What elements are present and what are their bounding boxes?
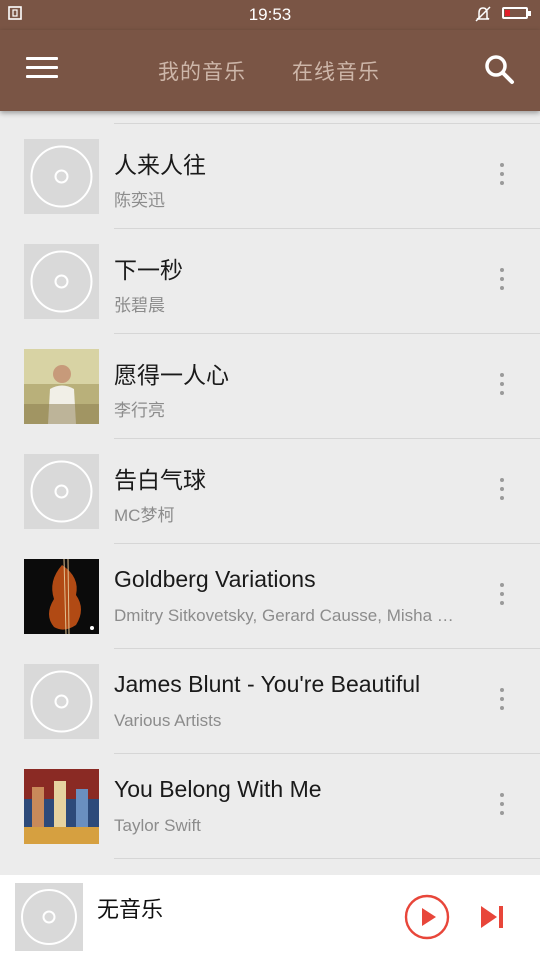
now-playing-title: 无音乐 <box>97 898 164 923</box>
status-time: 19:53 <box>248 5 292 24</box>
album-art <box>24 244 99 319</box>
menu-button[interactable] <box>26 57 58 81</box>
album-art <box>24 664 99 739</box>
song-row[interactable]: Goldberg Variations Dmitry Sitkovetsky, G… <box>0 544 540 649</box>
notifications-off-icon <box>475 6 491 22</box>
song-row[interactable]: 告白气球 MC梦柯 <box>0 439 540 544</box>
song-artist: Various Artists <box>114 711 222 730</box>
album-art <box>24 769 99 844</box>
song-list[interactable]: 萌萌哒天团人来人往陈奕迅下一秒张碧晨愿得一人心李行亮告白气球 MC梦柯 Goldbe… <box>0 111 540 875</box>
app-header: 我的音乐 在线音乐 <box>0 30 540 111</box>
song-row[interactable]: 愿得一人心 李行亮 <box>0 334 540 439</box>
album-art <box>24 454 99 529</box>
album-art <box>24 559 99 634</box>
song-row[interactable]: James Blunt - You're Beautiful Various Ar… <box>0 649 540 754</box>
more-options-icon[interactable] <box>488 473 516 511</box>
song-row[interactable]: You Belong With Me Taylor Swift <box>0 754 540 859</box>
more-options-icon[interactable] <box>488 158 516 196</box>
song-artist: Dmitry Sitkovetsky, Gerard Causse, Misha… <box>114 606 464 625</box>
song-title: Goldberg Variations <box>114 566 316 592</box>
song-artist: Taylor Swift <box>114 816 201 835</box>
more-options-icon[interactable] <box>488 578 516 616</box>
song-artist: 张碧晨 <box>114 296 165 315</box>
song-title: You Belong With Me <box>114 776 322 802</box>
song-artist: 李行亮 <box>114 401 165 420</box>
song-title: 告白气球 <box>114 467 206 493</box>
song-artist: 陈奕迅 <box>114 191 165 210</box>
skip-next-icon[interactable] <box>478 903 506 931</box>
more-options-icon[interactable] <box>488 788 516 826</box>
now-playing-disc-icon <box>15 883 83 951</box>
tab-online-music[interactable]: 在线音乐 <box>292 56 380 86</box>
album-art <box>24 349 99 424</box>
more-options-icon[interactable] <box>488 683 516 721</box>
tab-my-music[interactable]: 我的音乐 <box>158 56 246 86</box>
mini-player[interactable]: 无音乐 <box>0 875 540 960</box>
song-row[interactable]: 人来人往 陈奕迅 <box>0 124 540 229</box>
song-artist: MC梦柯 <box>114 506 175 525</box>
song-title: 人来人往 <box>114 152 206 178</box>
song-row[interactable]: 下一秒 张碧晨 <box>0 229 540 334</box>
song-row[interactable]: 萌萌哒天团 <box>0 111 540 124</box>
divider <box>114 858 540 859</box>
more-options-icon[interactable] <box>488 263 516 301</box>
status-bar: 19:53 <box>0 0 540 30</box>
play-icon[interactable] <box>404 894 450 940</box>
more-options-icon[interactable] <box>488 368 516 406</box>
search-icon[interactable] <box>482 52 516 86</box>
song-title: 愿得一人心 <box>114 362 229 388</box>
battery-icon <box>502 7 531 19</box>
song-title: 下一秒 <box>114 257 183 283</box>
album-art <box>24 139 99 214</box>
song-title: James Blunt - You're Beautiful <box>114 671 421 697</box>
